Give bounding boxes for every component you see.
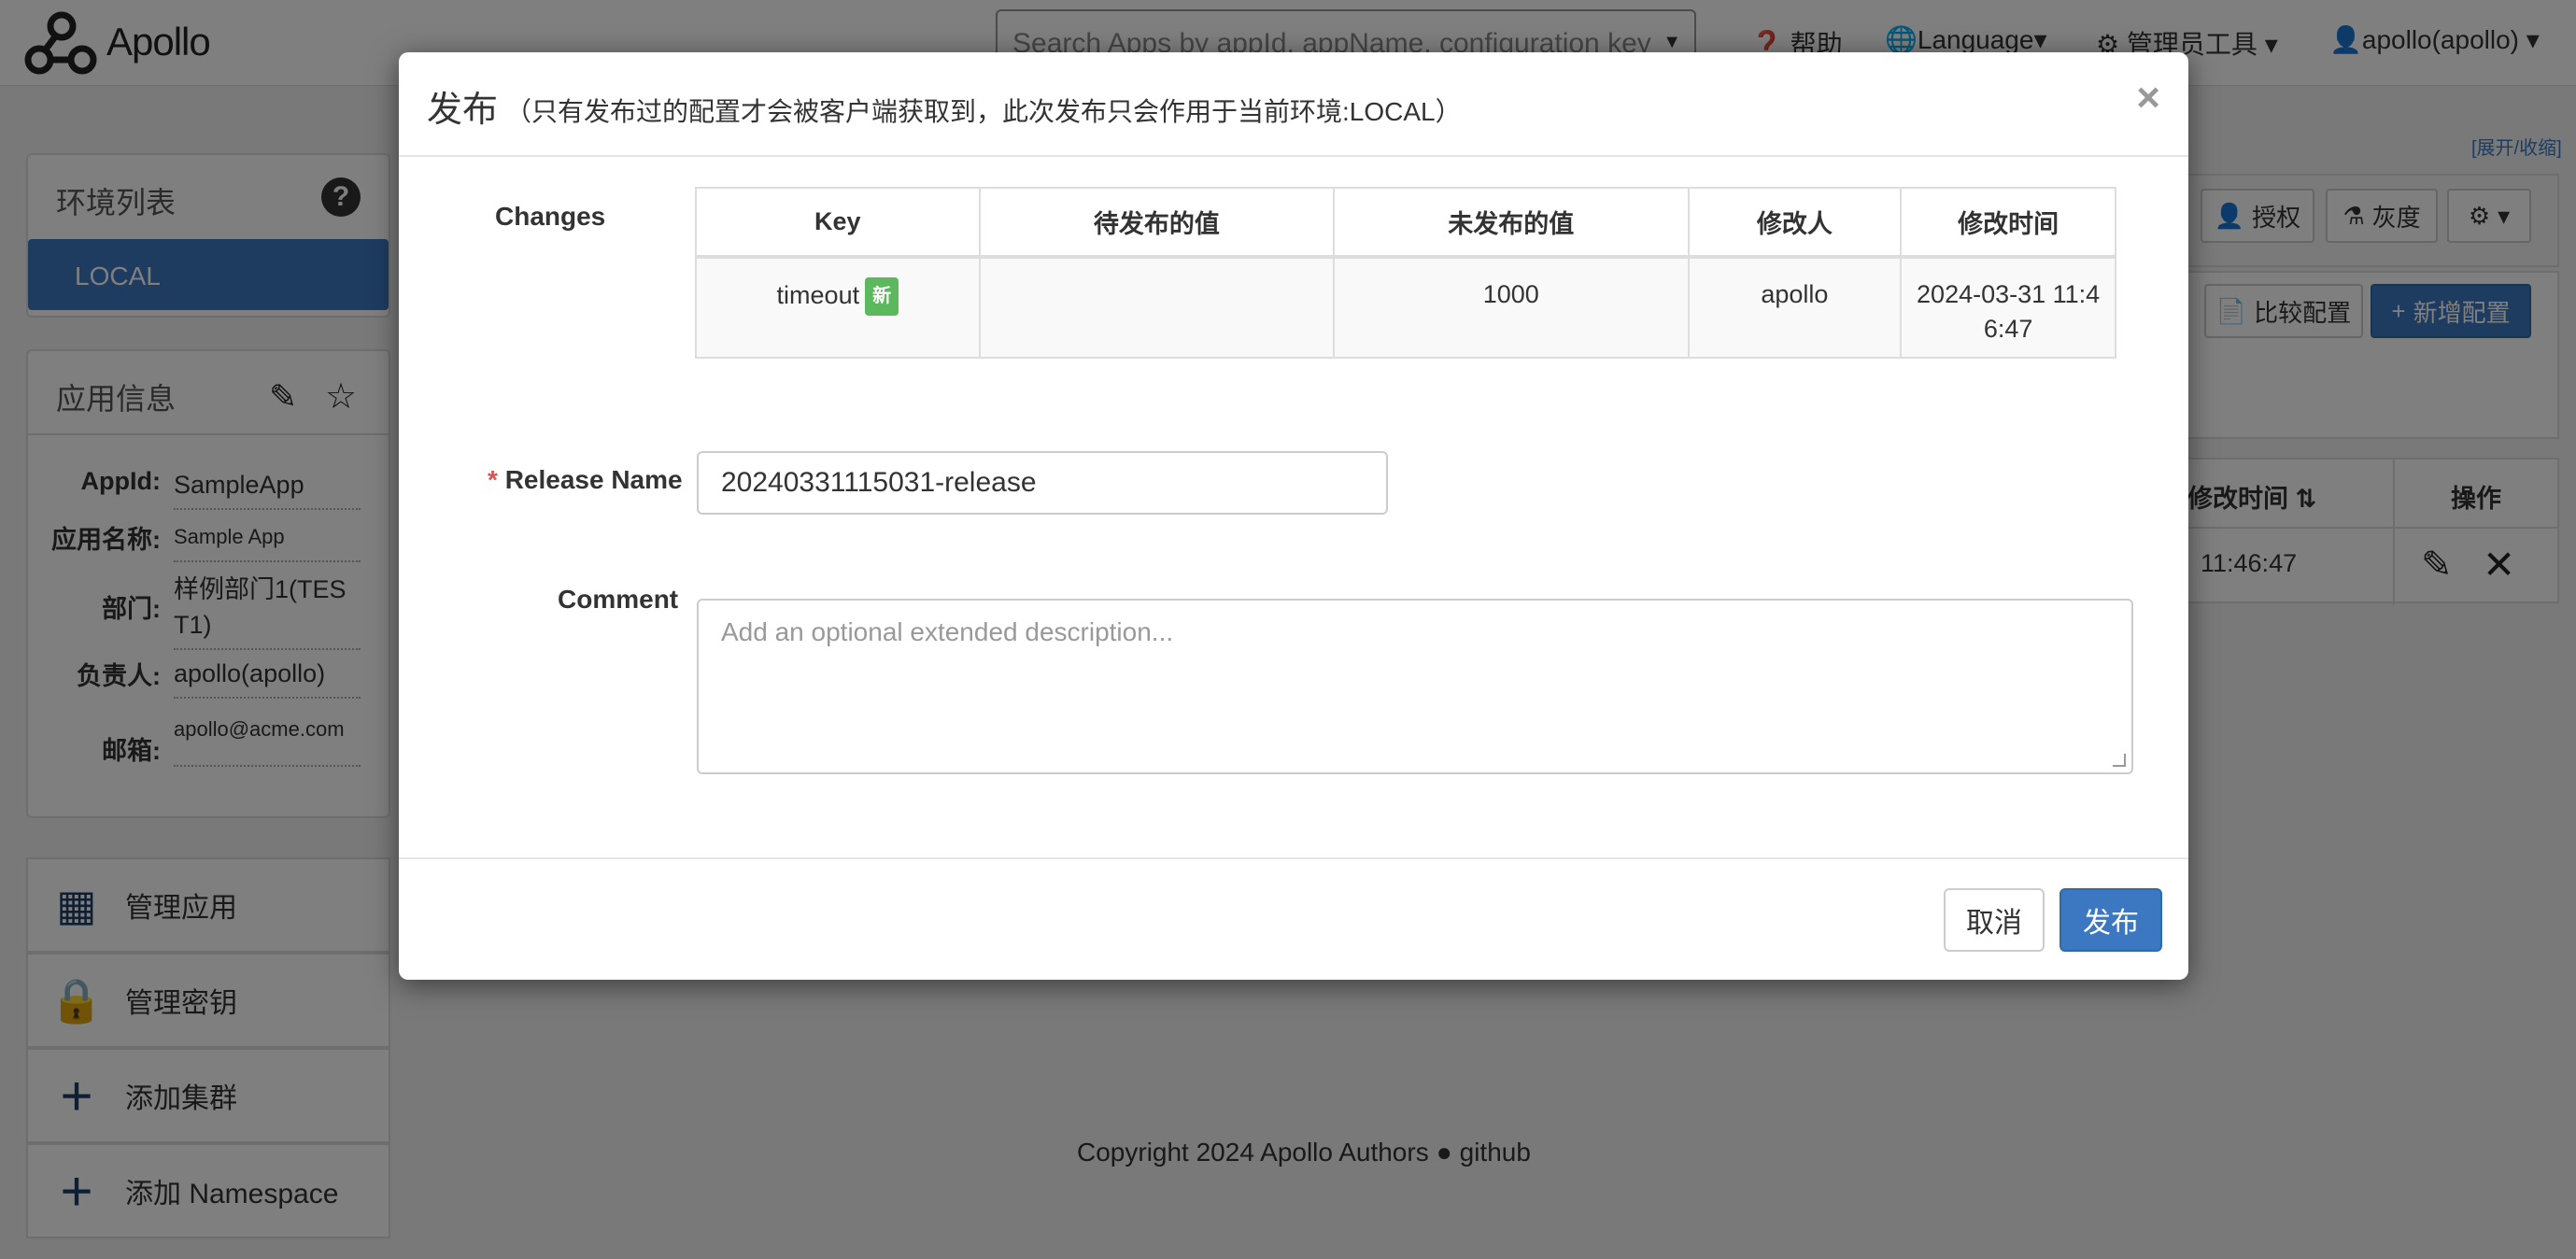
resize-handle-icon[interactable] — [2113, 754, 2126, 767]
release-name-value: 20240331115031-release — [721, 467, 1037, 498]
table-row: timeout 新 1000 apollo 2024-03-31 11:46:47 — [695, 256, 2116, 359]
publish-button[interactable]: 发布 — [2059, 888, 2162, 952]
close-icon[interactable]: × — [2136, 75, 2160, 121]
release-name-input[interactable]: 20240331115031-release — [697, 451, 1388, 515]
changes-table: Key 待发布的值 未发布的值 修改人 修改时间 timeout 新 1000 a… — [695, 187, 2116, 359]
column-header-modifier: 修改人 — [1687, 187, 1903, 259]
release-name-label: * Release Name — [488, 465, 683, 495]
comment-placeholder: Add an optional extended description... — [721, 617, 1174, 646]
cell-modifier: apollo — [1687, 256, 1903, 359]
modal-subtitle: （只有发布过的配置才会被客户端获取到，此次发布只会作用于当前环境:LOCAL） — [505, 97, 1462, 126]
release-name-label-text: Release Name — [504, 465, 683, 494]
column-header-new-value: 待发布的值 — [978, 187, 1336, 259]
column-header-old-value: 未发布的值 — [1333, 187, 1690, 259]
required-marker: * — [488, 465, 498, 494]
cell-modified-time: 2024-03-31 11:46:47 — [1900, 256, 2116, 359]
release-modal: 发布 （只有发布过的配置才会被客户端获取到，此次发布只会作用于当前环境:LOCA… — [399, 52, 2188, 980]
changes-header-row: Key 待发布的值 未发布的值 修改人 修改时间 — [695, 187, 2116, 259]
cell-new-value — [978, 256, 1336, 359]
new-badge: 新 — [865, 277, 899, 316]
modal-footer-divider — [399, 857, 2188, 859]
key-text: timeout — [776, 281, 860, 309]
comment-textarea[interactable]: Add an optional extended description... — [697, 599, 2133, 774]
changes-label: Changes — [495, 202, 606, 231]
cell-old-value: 1000 — [1333, 256, 1690, 359]
modal-header: 发布 （只有发布过的配置才会被客户端获取到，此次发布只会作用于当前环境:LOCA… — [399, 52, 2188, 157]
column-header-modified-time: 修改时间 — [1900, 187, 2116, 259]
comment-label: Comment — [558, 585, 679, 614]
column-header-key: Key — [695, 187, 981, 259]
cell-key: timeout 新 — [695, 256, 981, 359]
modal-title: 发布 — [427, 91, 499, 130]
cancel-button[interactable]: 取消 — [1944, 888, 2045, 952]
